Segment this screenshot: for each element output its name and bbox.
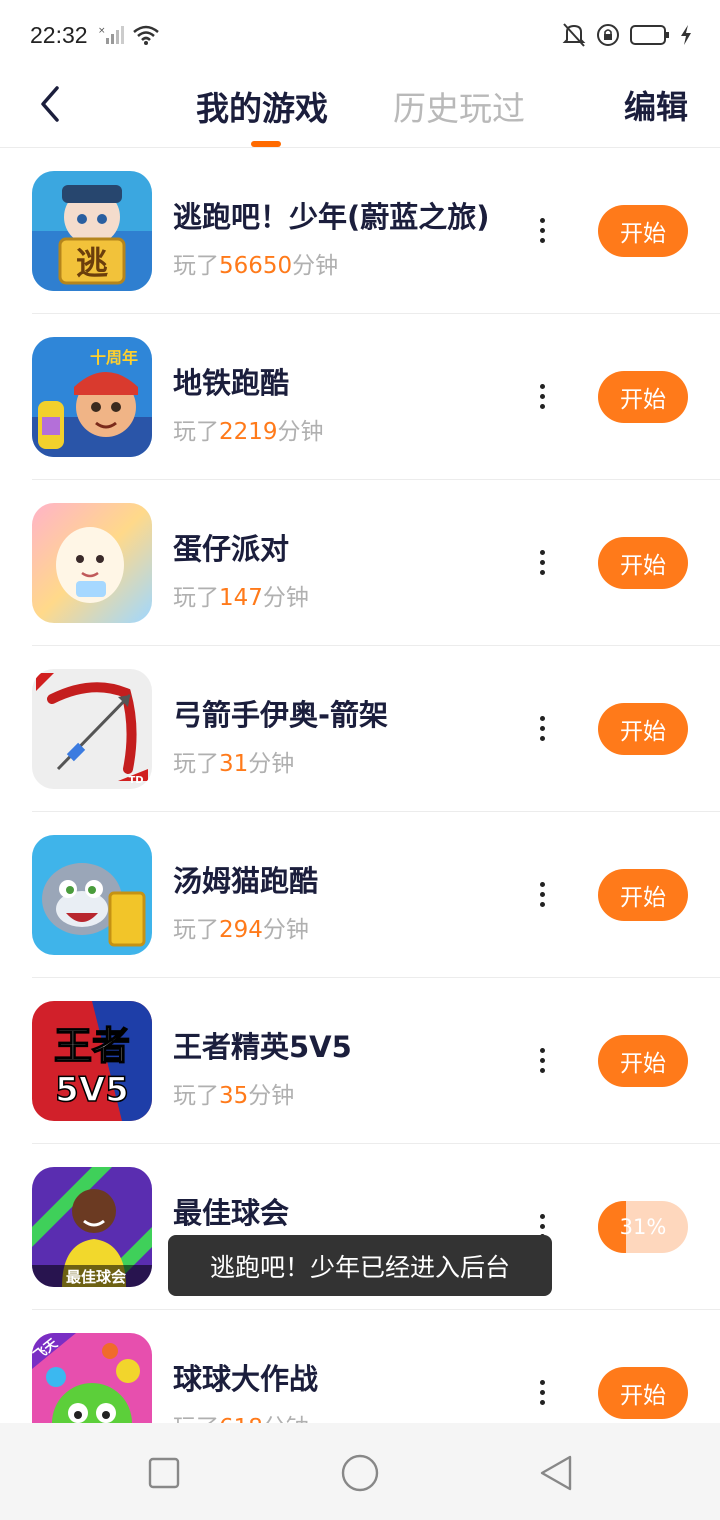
status-time: 22:32 (30, 22, 88, 48)
play-time: 玩了31分钟 (173, 751, 295, 777)
more-options-icon[interactable] (528, 1370, 556, 1414)
svg-text:×: × (98, 26, 106, 36)
home-button[interactable] (338, 1451, 382, 1495)
list-item[interactable]: 王者 5V5 王者精英5V5 玩了35分钟 开始 (0, 978, 720, 1144)
battery-icon (630, 24, 670, 50)
game-icon-best-club: 最佳球会 (32, 1167, 152, 1287)
game-icon-ball-battle: 飞天 (32, 1333, 152, 1423)
lock-rotation-icon (596, 22, 620, 52)
back-button[interactable] (26, 80, 74, 128)
status-bar: 22:32 × (0, 0, 720, 72)
play-time: 玩了147分钟 (173, 585, 309, 611)
list-item[interactable]: 十周年 地铁跑酷 玩了2219分钟 开始 (0, 314, 720, 480)
start-button[interactable]: 开始 (598, 205, 688, 257)
circle-icon (341, 1454, 379, 1492)
tab-indicator (251, 141, 281, 147)
list-item[interactable]: 蛋仔派对 玩了147分钟 开始 (0, 480, 720, 646)
signal-icon: × (98, 24, 126, 50)
list-item[interactable]: 逃 逃跑吧！少年(蔚蓝之旅) 玩了56650分钟 开始 (0, 148, 720, 314)
game-icon-subway-surfers: 十周年 (32, 337, 152, 457)
square-icon (148, 1457, 180, 1489)
game-name: 王者精英5V5 (173, 1030, 352, 1064)
tab-history[interactable]: 历史玩过 (393, 82, 525, 130)
game-icon-text: TD (128, 775, 143, 786)
play-time: 玩了2219分钟 (173, 419, 324, 445)
play-time: 玩了56650分钟 (173, 253, 339, 279)
list-item[interactable]: 汤姆猫跑酷 玩了294分钟 开始 (0, 812, 720, 978)
progress-label: 31% (619, 1215, 667, 1239)
more-options-icon[interactable] (528, 374, 556, 418)
game-name: 地铁跑酷 (173, 366, 290, 400)
more-options-icon[interactable] (528, 540, 556, 584)
start-button[interactable]: 开始 (598, 1367, 688, 1419)
edit-button[interactable]: 编辑 (624, 82, 688, 128)
game-icon-text: 逃 (76, 244, 108, 282)
recent-apps-button[interactable] (142, 1451, 186, 1495)
start-button[interactable]: 开始 (598, 1035, 688, 1087)
game-icon-tom-gold-run (32, 835, 152, 955)
system-nav-bar (0, 1423, 720, 1520)
game-icon-archero: TD (32, 669, 152, 789)
back-nav-button[interactable] (534, 1451, 578, 1495)
mute-icon (562, 22, 586, 52)
start-button[interactable]: 开始 (598, 703, 688, 755)
more-options-icon[interactable] (528, 1038, 556, 1082)
toast-message: 逃跑吧！少年已经进入后台 (168, 1235, 552, 1296)
more-options-icon[interactable] (528, 872, 556, 916)
start-button[interactable]: 开始 (598, 869, 688, 921)
game-icon-text: 王者 (54, 1024, 130, 1068)
more-options-icon[interactable] (528, 706, 556, 750)
nav-bar: 我的游戏 历史玩过 编辑 (0, 72, 720, 148)
game-icon-escape: 逃 (32, 171, 152, 291)
game-name: 球球大作战 (173, 1362, 319, 1396)
game-name: 逃跑吧！少年(蔚蓝之旅) (173, 200, 490, 234)
game-list: 逃 逃跑吧！少年(蔚蓝之旅) 玩了56650分钟 开始 十周年 地铁跑酷 玩了2 (0, 148, 720, 1423)
chevron-left-icon (41, 86, 59, 122)
game-icon-text: 最佳球会 (66, 1268, 126, 1286)
list-item[interactable]: 飞天 球球大作战 玩了618分钟 开始 (0, 1310, 720, 1423)
game-name: 最佳球会 (173, 1196, 290, 1230)
game-name: 弓箭手伊奥-箭架 (173, 698, 389, 732)
start-button[interactable]: 开始 (598, 371, 688, 423)
game-icon-wangzhe-5v5: 王者 5V5 (32, 1001, 152, 1121)
tab-my-games[interactable]: 我的游戏 (196, 82, 328, 130)
game-name: 汤姆猫跑酷 (173, 864, 319, 898)
play-time: 玩了35分钟 (173, 1083, 295, 1109)
game-icon-eggy-party (32, 503, 152, 623)
triangle-back-icon (540, 1455, 572, 1491)
play-time: 玩了294分钟 (173, 917, 309, 943)
game-icon-text: 十周年 (90, 348, 138, 367)
more-options-icon[interactable] (528, 208, 556, 252)
download-progress-button[interactable]: 31% (598, 1201, 688, 1253)
game-name: 蛋仔派对 (173, 532, 290, 566)
wifi-icon (132, 24, 160, 50)
start-button[interactable]: 开始 (598, 537, 688, 589)
charging-icon (680, 24, 692, 50)
game-icon-text: 5V5 (55, 1070, 129, 1110)
play-time: 玩了618分钟 (173, 1408, 309, 1423)
list-item[interactable]: TD 弓箭手伊奥-箭架 玩了31分钟 开始 (0, 646, 720, 812)
